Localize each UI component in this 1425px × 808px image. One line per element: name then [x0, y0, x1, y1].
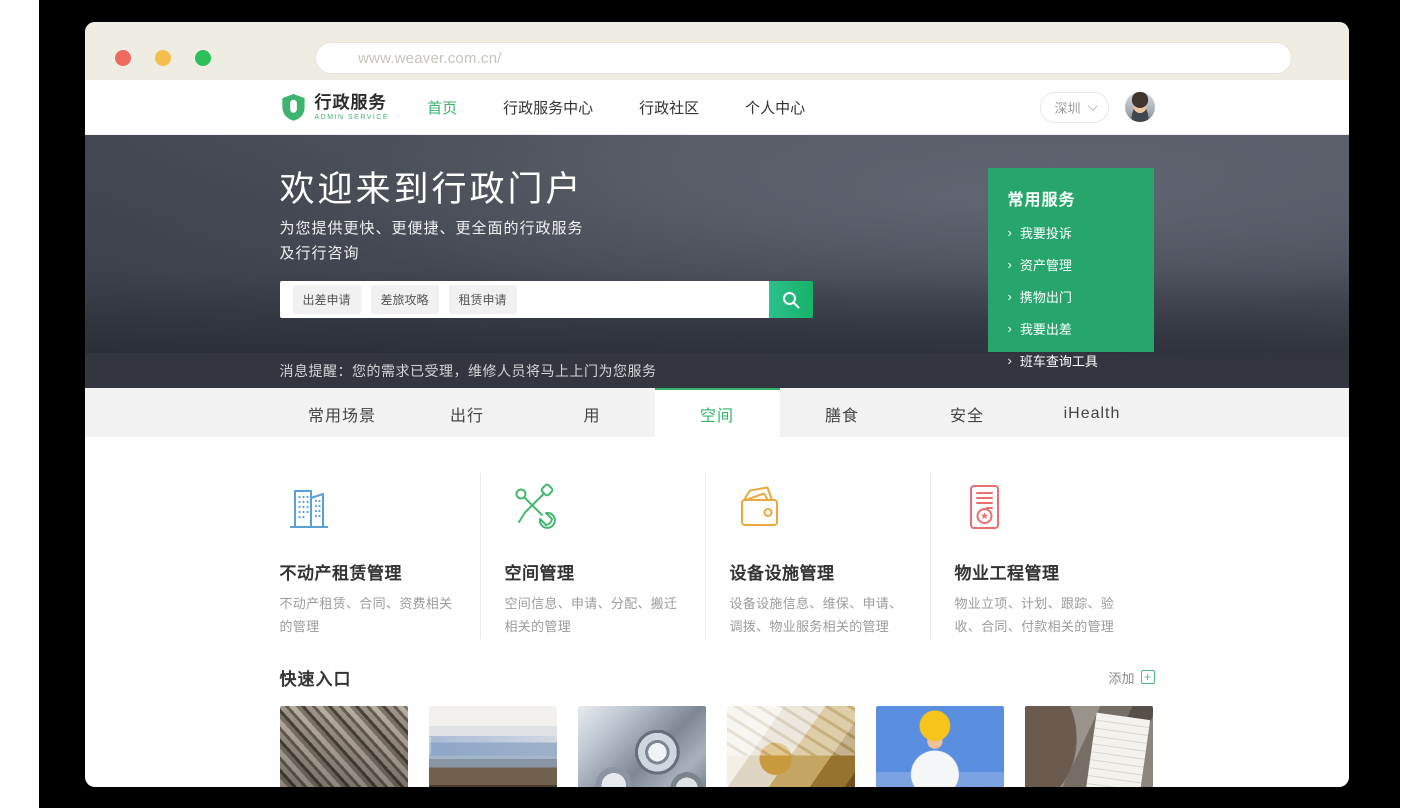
- tab-space[interactable]: 空间: [655, 388, 780, 437]
- quick-service-shuttle[interactable]: › 班车查询工具: [1008, 351, 1134, 370]
- service-cards: 不动产租赁管理 不动产租赁、合同、资费相关的管理: [280, 437, 1155, 639]
- tab-security[interactable]: 安全: [905, 388, 1030, 437]
- thumbnail-contract-review[interactable]: [1025, 706, 1153, 788]
- card-title: 设备设施管理: [730, 559, 906, 584]
- thumbnail-engineer-hardhat[interactable]: [876, 706, 1004, 788]
- notice-text: 消息提醒：您的需求已受理，维修人员将马上上门为您服务: [280, 363, 657, 379]
- quick-service-label: 班车查询工具: [1020, 351, 1098, 370]
- card-desc: 物业立项、计划、跟踪、验收、合同、付款相关的管理: [955, 593, 1131, 639]
- url-text: www.weaver.com.cn/: [358, 50, 502, 67]
- address-bar[interactable]: www.weaver.com.cn/: [315, 42, 1292, 74]
- shield-logo-icon: [280, 92, 307, 122]
- hero-banner: 欢迎来到行政门户 为您提供更快、更便捷、更全面的行政服务 及行行咨询 出差申请 …: [85, 135, 1349, 353]
- buildings-icon: [280, 479, 338, 535]
- quick-entry-thumbnails: [280, 706, 1155, 788]
- quick-services-title: 常用服务: [1008, 186, 1134, 210]
- document-star-icon: [955, 479, 1013, 535]
- menu-item-home[interactable]: 首页: [427, 97, 457, 118]
- arrow-right-icon: ›: [1008, 226, 1012, 239]
- nav-right: 深圳: [1040, 92, 1154, 123]
- category-tabbar: 常用场景 出行 用 空间 膳食 安全 iHealth: [85, 388, 1349, 437]
- quick-service-label: 我要出差: [1020, 319, 1072, 338]
- notice-bar: 消息提醒：您的需求已受理，维修人员将马上上门为您服务: [85, 353, 1349, 388]
- logo-title: 行政服务: [315, 94, 390, 111]
- card-equipment[interactable]: 设备设施管理 设备设施信息、维保、申请、调拨、物业服务相关的管理: [705, 473, 930, 639]
- thumbnail-conference-room[interactable]: [429, 706, 557, 788]
- quick-service-complaint[interactable]: › 我要投诉: [1008, 223, 1134, 242]
- tab-travel[interactable]: 出行: [405, 388, 530, 437]
- quick-service-carry-out[interactable]: › 携物出门: [1008, 287, 1134, 306]
- city-selector[interactable]: 深圳: [1040, 92, 1108, 123]
- logo-subtitle: ADMIN SERVICE: [315, 114, 390, 121]
- thumbnail-padlock-keyboard[interactable]: [727, 706, 855, 788]
- site-logo[interactable]: 行政服务 ADMIN SERVICE: [280, 92, 390, 122]
- city-label: 深圳: [1054, 98, 1080, 117]
- wallet-icon: [730, 479, 788, 535]
- chevron-down-icon: [1087, 101, 1097, 111]
- quick-service-label: 资产管理: [1020, 255, 1072, 274]
- quick-service-label: 我要投诉: [1020, 223, 1072, 242]
- card-title: 物业工程管理: [955, 559, 1131, 584]
- zoom-window-button[interactable]: [195, 50, 211, 66]
- site-navbar: 行政服务 ADMIN SERVICE 首页 行政服务中心 行政社区 个人中心 深…: [85, 80, 1349, 135]
- quick-services-panel: 常用服务 › 我要投诉 › 资产管理 › 携物出门 ›: [988, 168, 1154, 352]
- card-title: 空间管理: [505, 559, 681, 584]
- page-background: www.weaver.com.cn/ 行政服务 ADMIN SERVICE 首: [0, 0, 1425, 808]
- search-button[interactable]: [769, 281, 813, 318]
- arrow-right-icon: ›: [1008, 258, 1012, 271]
- menu-item-community[interactable]: 行政社区: [639, 97, 699, 118]
- menu-item-personal[interactable]: 个人中心: [745, 97, 805, 118]
- hero-title: 欢迎来到行政门户: [280, 161, 584, 212]
- search-bar: 出差申请 差旅攻略 租赁申请: [280, 281, 813, 318]
- logo-text: 行政服务 ADMIN SERVICE: [315, 94, 390, 121]
- quick-entry-header: 快速入口 添加 +: [280, 665, 1155, 690]
- search-tag-travel-guide[interactable]: 差旅攻略: [371, 285, 439, 314]
- quick-entry-title: 快速入口: [280, 665, 352, 690]
- tab-common-scenes[interactable]: 常用场景: [280, 388, 405, 437]
- quick-service-assets[interactable]: › 资产管理: [1008, 255, 1134, 274]
- plus-icon: +: [1141, 670, 1155, 684]
- card-real-estate[interactable]: 不动产租赁管理 不动产租赁、合同、资费相关的管理: [280, 473, 480, 639]
- thumbnail-open-office-crowd[interactable]: [280, 706, 408, 788]
- quick-service-label: 携物出门: [1020, 287, 1072, 306]
- tab-use[interactable]: 用: [530, 388, 655, 437]
- tab-ihealth[interactable]: iHealth: [1030, 388, 1155, 437]
- add-entry-button[interactable]: 添加 +: [1108, 668, 1154, 687]
- search-input[interactable]: 出差申请 差旅攻略 租赁申请: [280, 281, 769, 318]
- menu-item-service-center[interactable]: 行政服务中心: [503, 97, 593, 118]
- arrow-right-icon: ›: [1008, 354, 1012, 367]
- browser-window: www.weaver.com.cn/ 行政服务 ADMIN SERVICE 首: [85, 22, 1349, 787]
- arrow-right-icon: ›: [1008, 322, 1012, 335]
- arrow-right-icon: ›: [1008, 290, 1012, 303]
- search-tag-lease[interactable]: 租赁申请: [449, 285, 517, 314]
- hero-subtitle-line1: 为您提供更快、更便捷、更全面的行政服务: [280, 217, 584, 238]
- card-title: 不动产租赁管理: [280, 559, 456, 584]
- window-controls: [115, 50, 211, 66]
- close-window-button[interactable]: [115, 50, 131, 66]
- add-label: 添加: [1108, 668, 1134, 687]
- tab-meals[interactable]: 膳食: [780, 388, 905, 437]
- card-desc: 不动产租赁、合同、资费相关的管理: [280, 593, 456, 639]
- quick-service-trip[interactable]: › 我要出差: [1008, 319, 1134, 338]
- user-avatar[interactable]: [1125, 92, 1155, 122]
- search-icon: [780, 289, 802, 311]
- card-desc: 设备设施信息、维保、申请、调拨、物业服务相关的管理: [730, 593, 906, 639]
- minimize-window-button[interactable]: [155, 50, 171, 66]
- tools-icon: [505, 479, 563, 535]
- thumbnail-machinery-gears[interactable]: [578, 706, 706, 788]
- hero-subtitle-line2: 及行行咨询: [280, 242, 360, 263]
- card-space-management[interactable]: 空间管理 空间信息、申请、分配、搬迁相关的管理: [480, 473, 705, 639]
- card-desc: 空间信息、申请、分配、搬迁相关的管理: [505, 593, 681, 639]
- search-tag-business-trip[interactable]: 出差申请: [293, 285, 361, 314]
- card-property-engineering[interactable]: 物业工程管理 物业立项、计划、跟踪、验收、合同、付款相关的管理: [930, 473, 1155, 639]
- browser-titlebar: www.weaver.com.cn/: [85, 22, 1349, 80]
- main-menu: 首页 行政服务中心 行政社区 个人中心: [427, 97, 805, 118]
